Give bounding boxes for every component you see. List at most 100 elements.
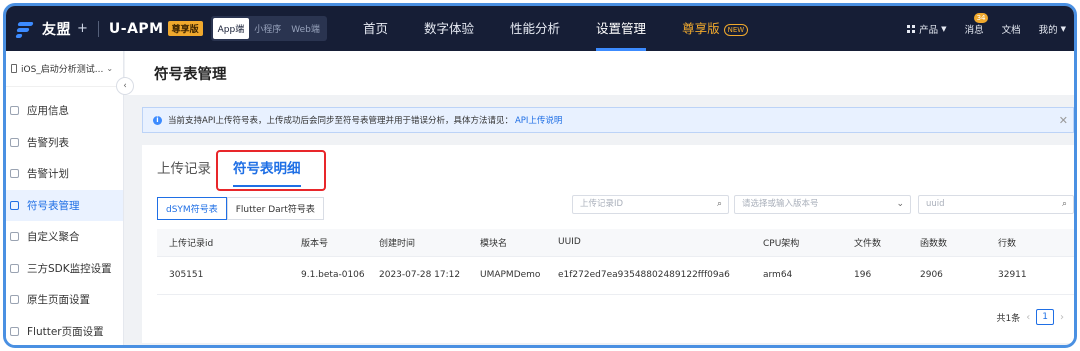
col-uuid[interactable]: UUID	[546, 229, 751, 257]
subtab-bar: dSYM符号表 Flutter Dart符号表	[157, 197, 324, 220]
app-selector[interactable]: iOS_启动分析测试... ⌄	[6, 51, 123, 87]
sidebar-item-custom-aggregation[interactable]: 自定义聚合	[6, 221, 123, 253]
menu-digital-experience[interactable]: 数字体验	[424, 6, 474, 51]
product-name: U-APM	[108, 20, 164, 37]
menu-home[interactable]: 首页	[363, 6, 388, 51]
sidebar-item-symbol-table[interactable]: 符号表管理	[6, 189, 123, 221]
me-label: 我的	[1038, 24, 1058, 36]
uuid-input[interactable]: uuid ⌕	[918, 195, 1074, 214]
sidebar-item-label: 告警计划	[27, 168, 69, 181]
sidebar-item-app-info[interactable]: 应用信息	[6, 95, 123, 127]
menu-premium[interactable]: 尊享版 NEW	[682, 6, 749, 51]
umeng-logo-icon	[15, 20, 36, 38]
pager-total: 共1条	[996, 313, 1021, 324]
col-version[interactable]: 版本号	[289, 229, 367, 257]
tab-upload-records[interactable]: 上传记录	[157, 157, 211, 187]
right-tools: 产品 ▼ 消息 34 文档 我的 ▼	[889, 6, 1066, 51]
cell-uuid: e1f272ed7ea93548802489122fff09a6	[546, 256, 751, 295]
flutter-icon	[10, 326, 19, 336]
premium-badge: 尊享版	[167, 21, 203, 36]
close-icon[interactable]: ✕	[1059, 114, 1068, 127]
platform-miniprogram[interactable]: 小程序	[249, 18, 286, 39]
sidebar-item-alert-plan[interactable]: 告警计划	[6, 158, 123, 190]
col-line-count[interactable]: 行数	[986, 229, 1074, 257]
sidebar-item-native-page[interactable]: 原生页面设置	[6, 284, 123, 316]
caret-down-icon: ▼	[1060, 24, 1066, 33]
page-number-current[interactable]: 1	[1036, 309, 1054, 325]
collapse-sidebar-button[interactable]: ‹	[116, 77, 134, 95]
sidebar-item-label: 三方SDK监控设置	[27, 262, 112, 275]
version-select[interactable]: 请选择或输入版本号 ⌄	[734, 195, 911, 214]
cell-cpu-arch: arm64	[751, 256, 842, 295]
sidebar-item-label: Flutter页面设置	[27, 325, 104, 338]
menu-premium-label: 尊享版	[682, 21, 720, 36]
table-header-row: 上传记录id 版本号 创建时间 模块名 UUID CPU架构 文件数 函数数 行…	[157, 229, 1074, 257]
menu-settings[interactable]: 设置管理	[596, 6, 647, 51]
messages-button[interactable]: 消息 34	[964, 12, 989, 36]
products-menu[interactable]: 产品 ▼	[907, 22, 947, 36]
sidebar-item-label: 告警列表	[27, 136, 69, 149]
symbol-table: 上传记录id 版本号 创建时间 模块名 UUID CPU架构 文件数 函数数 行…	[157, 229, 1074, 295]
upload-id-placeholder: 上传记录ID	[580, 199, 624, 209]
chevron-down-icon: ⌄	[106, 64, 114, 73]
messages-count-badge: 34	[973, 12, 989, 23]
products-label: 产品	[919, 24, 939, 36]
main-content: 符号表管理 i 当前支持API上传符号表，上传成功后会同步至符号表管理并用于错误…	[125, 51, 1074, 345]
api-upload-guide-link[interactable]: API上传说明	[515, 114, 562, 126]
new-badge: NEW	[723, 23, 749, 36]
search-icon: ⌕	[716, 199, 722, 209]
logo-text: 友盟	[42, 21, 71, 38]
grid-icon	[907, 24, 916, 33]
col-created-time[interactable]: 创建时间	[367, 229, 468, 257]
uuid-placeholder: uuid	[926, 199, 945, 209]
cell-upload-id: 305151	[157, 256, 289, 295]
highlight-annotation	[216, 150, 326, 191]
sidebar-item-flutter-page[interactable]: Flutter页面设置	[6, 316, 123, 346]
app-name: iOS_启动分析测试...	[21, 65, 104, 75]
col-cpu-arch[interactable]: CPU架构	[751, 229, 842, 257]
list-icon	[10, 137, 19, 147]
page-icon	[10, 295, 19, 305]
subtab-dsym[interactable]: dSYM符号表	[157, 197, 227, 220]
col-function-count[interactable]: 函数数	[908, 229, 986, 257]
cell-line-count: 32911	[986, 256, 1074, 295]
table-row[interactable]: 305151 9.1.beta-0106 2023-07-28 17:12 UM…	[157, 256, 1074, 295]
version-placeholder: 请选择或输入版本号	[742, 199, 819, 209]
top-nav: 友盟 + U-APM 尊享版 App端 小程序 Web端 首页 数字体验 性能分…	[6, 6, 1074, 51]
col-upload-id[interactable]: 上传记录id	[157, 229, 289, 257]
messages-label: 消息	[964, 24, 984, 36]
cell-created-time: 2023-07-28 17:12	[367, 256, 468, 295]
sidebar-item-label: 自定义聚合	[27, 231, 80, 244]
col-module[interactable]: 模块名	[468, 229, 546, 257]
logo[interactable]: 友盟 +	[15, 19, 88, 39]
info-doc-icon	[10, 106, 19, 116]
symbol-table-card: 上传记录 符号表明细 dSYM符号表 Flutter Dart符号表 上传记录I…	[142, 145, 1074, 343]
page-title: 符号表管理	[125, 51, 1074, 95]
notice-banner: i 当前支持API上传符号表，上传成功后会同步至符号表管理并用于错误分析，具体方…	[142, 107, 1074, 133]
cell-file-count: 196	[842, 256, 908, 295]
notice-text: 当前支持API上传符号表，上传成功后会同步至符号表管理并用于错误分析，具体方法请…	[168, 116, 513, 126]
cell-module: UMAPMDemo	[468, 256, 546, 295]
sidebar-item-alert-list[interactable]: 告警列表	[6, 127, 123, 159]
phone-icon	[11, 64, 17, 73]
my-account-menu[interactable]: 我的 ▼	[1039, 22, 1066, 36]
search-icon: ⌕	[1061, 199, 1067, 209]
sidebar-item-label: 应用信息	[27, 105, 69, 118]
info-icon: i	[153, 115, 162, 125]
menu-performance[interactable]: 性能分析	[510, 6, 560, 51]
docs-label: 文档	[1001, 24, 1021, 36]
platform-web[interactable]: Web端	[286, 18, 325, 39]
subtab-flutter-dart[interactable]: Flutter Dart符号表	[226, 197, 324, 220]
sdk-icon	[10, 263, 19, 273]
prev-page-icon[interactable]: ‹	[1026, 312, 1030, 323]
chevron-left-icon: ‹	[123, 81, 127, 91]
docs-link[interactable]: 文档	[1002, 22, 1021, 36]
platform-app[interactable]: App端	[212, 18, 250, 39]
upload-id-input[interactable]: 上传记录ID ⌕	[572, 195, 729, 214]
sidebar-item-sdk-monitor[interactable]: 三方SDK监控设置	[6, 253, 123, 285]
next-page-icon[interactable]: ›	[1060, 312, 1064, 323]
pagination: 共1条 ‹ 1 ›	[997, 309, 1070, 325]
col-file-count[interactable]: 文件数	[842, 229, 908, 257]
sidebar: iOS_启动分析测试... ⌄ 应用信息 告警列表 告警计划 符号表管理 自定义…	[6, 51, 124, 346]
main-menu: 首页 数字体验 性能分析 设置管理 尊享版 NEW	[363, 6, 784, 51]
